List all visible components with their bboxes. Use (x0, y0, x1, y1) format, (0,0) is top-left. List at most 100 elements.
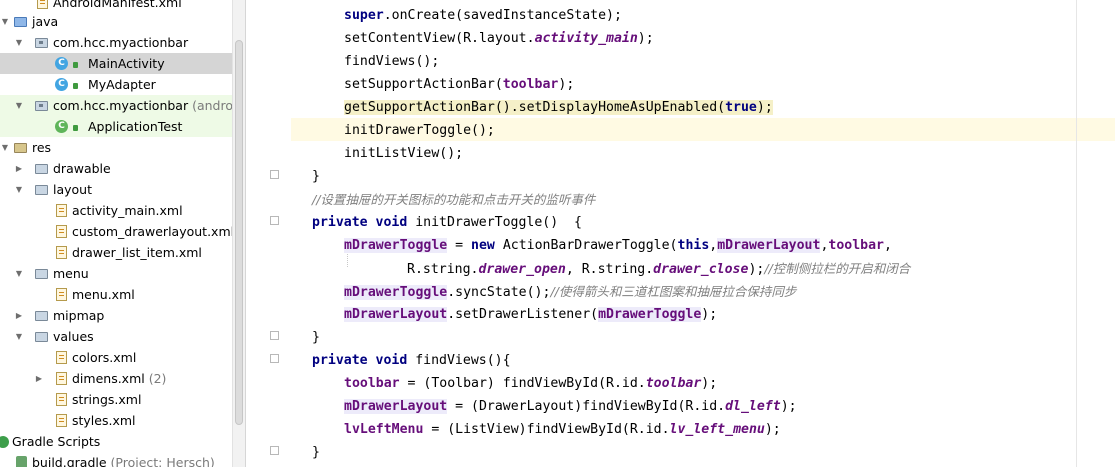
tree-item-myadapter[interactable]: C MyAdapter (0, 74, 232, 95)
code-line[interactable]: //设置抽屉的开关图标的功能和点击开关的监听事件 (312, 188, 595, 211)
tree-item-mipmap[interactable]: ▶ mipmap (0, 305, 232, 326)
code-line[interactable]: } (312, 441, 320, 464)
tree-item-res[interactable]: ▼ res (0, 137, 232, 158)
tree-item-label: MyAdapter (88, 77, 156, 92)
gradle-file-icon (16, 456, 27, 467)
chevron-down-icon[interactable]: ▼ (14, 179, 24, 200)
code-token: ); (764, 422, 781, 437)
fold-marker-icon[interactable] (270, 216, 279, 225)
code-token: ); (756, 100, 773, 115)
tree-item-styles-xml[interactable]: styles.xml (0, 410, 232, 431)
fold-marker-icon[interactable] (270, 446, 279, 455)
chevron-right-icon[interactable]: ▶ (14, 158, 24, 179)
tree-item-drawable[interactable]: ▶ drawable (0, 158, 232, 179)
tree-item-applicationtest[interactable]: C ApplicationTest (0, 116, 232, 137)
chevron-right-icon[interactable]: ▶ (14, 305, 24, 326)
tree-item-package-main[interactable]: ▼ com.hcc.myactionbar (0, 32, 232, 53)
tree-item-strings-xml[interactable]: strings.xml (0, 389, 232, 410)
comment-token: //设置抽屉的开关图标的功能和点击开关的监听事件 (312, 192, 596, 207)
comment-token: //控制侧拉栏的开启和闭合 (764, 261, 911, 276)
lock-icon (73, 62, 78, 68)
code-token: setContentView(R.layout. (344, 31, 535, 46)
code-token: .syncState(); (447, 285, 551, 300)
tree-item-label-group: build.gradle (Project: Hersch) (32, 452, 215, 467)
code-line[interactable]: super.onCreate(savedInstanceState); (344, 4, 622, 27)
lock-icon (73, 125, 78, 131)
xml-file-icon (56, 246, 67, 259)
tree-item-java[interactable]: ▼ java (0, 11, 232, 32)
chevron-down-icon[interactable]: ▼ (14, 32, 24, 53)
tree-item-suffix: (androidTest) (192, 98, 232, 113)
code-line[interactable]: toolbar = (Toolbar) findViewById(R.id.to… (344, 372, 717, 395)
code-token: ActionBarDrawerToggle( (494, 238, 678, 253)
code-token: initDrawerToggle(); (344, 123, 495, 138)
tree-item-gradle-scripts[interactable]: Gradle Scripts (0, 431, 232, 452)
tree-item-mainactivity[interactable]: C MainActivity (0, 53, 232, 74)
gradle-icon (0, 436, 9, 448)
code-line[interactable]: initDrawerToggle(); (344, 119, 495, 142)
chevron-down-icon[interactable]: ▼ (0, 137, 10, 158)
code-line[interactable]: getSupportActionBar().setDisplayHomeAsUp… (344, 96, 773, 119)
tree-scrollbar-thumb[interactable] (235, 40, 243, 425)
test-class-icon: C (55, 120, 68, 133)
right-margin-guide (1076, 0, 1077, 467)
code-line[interactable]: mDrawerToggle.syncState();//使得箭头和三道杠图案和抽… (344, 280, 796, 303)
chevron-down-icon[interactable]: ▼ (14, 95, 24, 116)
warning-highlight: getSupportActionBar().setDisplayHomeAsUp… (344, 100, 773, 115)
code-token: initDrawerToggle() { (407, 215, 582, 230)
code-token: = (DrawerLayout)findViewById(R.id. (447, 399, 726, 414)
tree-item-colors-xml[interactable]: colors.xml (0, 347, 232, 368)
xml-file-icon (56, 225, 67, 238)
code-line[interactable]: mDrawerToggle = new ActionBarDrawerToggl… (344, 234, 892, 257)
code-line[interactable]: private void initDrawerToggle() { (312, 211, 582, 234)
code-line[interactable]: setSupportActionBar(toolbar); (344, 73, 574, 96)
code-line[interactable]: mDrawerLayout.setDrawerListener(mDrawerT… (344, 303, 717, 326)
xml-file-icon (37, 0, 48, 9)
field-token: lvLeftMenu (344, 422, 424, 437)
tree-item-build-gradle[interactable]: build.gradle (Project: Hersch) (0, 452, 232, 467)
tree-item-menu[interactable]: ▼ menu (0, 263, 232, 284)
chevron-right-icon[interactable]: ▶ (34, 368, 44, 389)
code-token: findViews(){ (407, 353, 511, 368)
code-token: } (312, 445, 320, 460)
code-line[interactable]: findViews(); (344, 50, 439, 73)
tree-item-label: Gradle Scripts (12, 434, 101, 449)
code-line[interactable]: setContentView(R.layout.activity_main); (344, 27, 654, 50)
tree-item-custom-drawerlayout-xml[interactable]: custom_drawerlayout.xml (0, 221, 232, 242)
tree-item-drawer-list-item-xml[interactable]: drawer_list_item.xml (0, 242, 232, 263)
code-line[interactable]: lvLeftMenu = (ListView)findViewById(R.id… (344, 418, 781, 441)
fold-marker-icon[interactable] (270, 331, 279, 340)
tree-item-activity-main-xml[interactable]: activity_main.xml (0, 200, 232, 221)
code-line[interactable]: R.string.drawer_open, R.string.drawer_cl… (407, 257, 910, 280)
tree-item-layout[interactable]: ▼ layout (0, 179, 232, 200)
code-token: ); (748, 262, 765, 277)
tree-item-menu-xml[interactable]: menu.xml (0, 284, 232, 305)
tree-scrollbar[interactable] (232, 0, 246, 467)
code-line[interactable]: } (312, 326, 320, 349)
fold-marker-icon[interactable] (270, 170, 279, 179)
folder-icon (35, 311, 48, 321)
fold-marker-icon[interactable] (270, 354, 279, 363)
keyword-token: private (312, 353, 368, 368)
tree-item-label: drawable (53, 161, 111, 176)
project-tree: AndroidManifest.xml ▼ java ▼ com.hcc.mya… (0, 0, 232, 467)
chevron-down-icon[interactable]: ▼ (0, 11, 10, 32)
static-field-token: activity_main (534, 31, 638, 46)
tree-item-package-androidtest[interactable]: ▼ com.hcc.myactionbar (androidTest) (0, 95, 232, 116)
code-editor[interactable]: super.onCreate(savedInstanceState); setC… (291, 0, 1115, 467)
editor-gutter (246, 0, 291, 467)
code-line[interactable]: mDrawerLayout = (DrawerLayout)findViewBy… (344, 395, 797, 418)
tree-item-label: com.hcc.myactionbar (53, 98, 189, 113)
code-token: ); (558, 77, 575, 92)
field-token: toolbar (344, 376, 400, 391)
tree-item-values[interactable]: ▼ values (0, 326, 232, 347)
code-line[interactable]: } (312, 165, 320, 188)
chevron-down-icon[interactable]: ▼ (14, 326, 24, 347)
tree-item-dimens-xml[interactable]: ▶ dimens.xml (2) (0, 368, 232, 389)
chevron-down-icon[interactable]: ▼ (14, 263, 24, 284)
tree-item-label: strings.xml (72, 392, 142, 407)
code-line[interactable]: initListView(); (344, 142, 463, 165)
code-line[interactable]: private void findViews(){ (312, 349, 511, 372)
static-field-token: toolbar (645, 376, 702, 391)
field-token: mDrawerToggle (344, 238, 448, 253)
